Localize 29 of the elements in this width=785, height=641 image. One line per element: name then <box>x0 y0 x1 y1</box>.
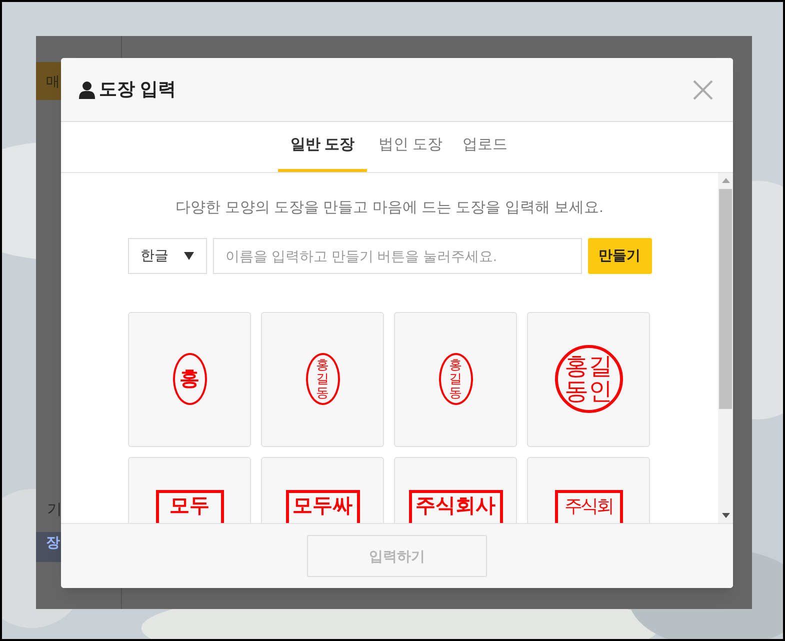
scroll-down-icon <box>722 513 730 518</box>
person-icon <box>79 80 95 98</box>
stamp-card[interactable]: 홍 <box>128 312 251 446</box>
description: 다양한 모양의 도장을 만들고 마음에 드는 도장을 입력해 보세요. <box>176 198 604 218</box>
menu-text: 기 <box>46 500 63 520</box>
language-select[interactable]: 한글 <box>128 238 206 274</box>
name-input-field[interactable]: 이름을 입력하고 만들기 버튼을 눌러주세요. <box>212 238 582 274</box>
stamp-preview: 홍 <box>172 353 206 405</box>
stamp-card[interactable]: 홍길동인 <box>527 312 650 446</box>
dialog-title: 도장 입력 <box>99 78 176 101</box>
close-button[interactable] <box>691 78 715 102</box>
scroll-thumb[interactable] <box>719 189 732 409</box>
stamp-card[interactable]: 주식회 <box>527 456 650 523</box>
tab[interactable]: 업로드 <box>454 121 516 172</box>
dropdown-caret-icon <box>184 252 194 260</box>
stamp-card[interactable]: 홍길동 <box>261 312 384 446</box>
scrollbar[interactable] <box>718 173 733 523</box>
scroll-up-icon <box>722 178 730 183</box>
tab[interactable]: 일반 도장 <box>278 121 366 172</box>
stamp-preview: 홍길동 <box>438 353 472 405</box>
stamp-preview: 홍길동인 <box>554 345 622 413</box>
stamp-card[interactable]: 주식회사 <box>394 456 517 523</box>
stamp-preview: 홍길동 <box>306 353 340 405</box>
create-button[interactable]: 만들기 <box>588 238 652 274</box>
close-icon <box>693 80 713 100</box>
stamp-card[interactable]: 모두싸 <box>261 456 384 523</box>
stamp-card[interactable]: 모두 <box>128 456 251 523</box>
tab[interactable]: 법인 도장 <box>370 121 451 172</box>
stamp-card[interactable]: 홍길동 <box>394 312 517 446</box>
